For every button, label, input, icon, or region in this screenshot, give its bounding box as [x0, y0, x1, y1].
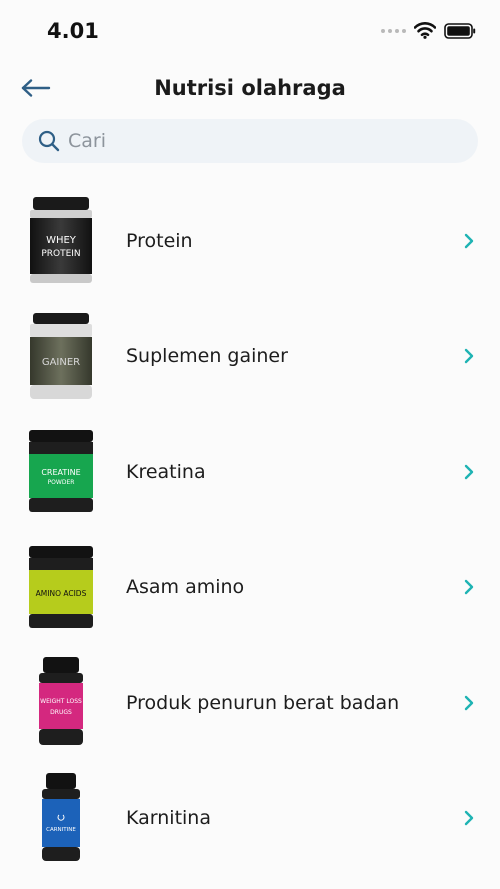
jar-text: DRUGS	[50, 709, 72, 716]
item-label: Asam amino	[126, 576, 245, 599]
header: Nutrisi olahraga	[0, 68, 500, 112]
item-label: Suplemen gainer	[126, 345, 288, 368]
jar-text: POWDER	[48, 479, 75, 486]
status-icons	[381, 22, 476, 39]
jar-text: GAINER	[42, 357, 80, 368]
list-item-kreatina[interactable]: CREATINE POWDER Kreatina	[0, 414, 500, 530]
page-title: Nutrisi olahraga	[154, 76, 346, 100]
gainer-jar-image: GAINER	[22, 311, 100, 403]
jar-text: PROTEIN	[41, 249, 80, 259]
battery-icon	[444, 22, 476, 39]
status-time: 4.01	[47, 19, 99, 43]
chevron-right-icon	[462, 231, 476, 251]
item-label: Kreatina	[126, 460, 206, 483]
search-input[interactable]	[68, 130, 448, 152]
jar-text: CARNITINE	[46, 827, 76, 833]
wifi-icon	[414, 22, 436, 39]
jar-text: AMINO ACIDS	[36, 589, 87, 598]
jar-text: WEIGHT LOSS	[40, 698, 82, 705]
chevron-right-icon	[462, 808, 476, 828]
chevron-right-icon	[462, 693, 476, 713]
list-item-asam-amino[interactable]: AMINO ACIDS Asam amino	[0, 530, 500, 646]
carnitine-bottle-image: CARNITINE	[22, 772, 100, 865]
chevron-right-icon	[462, 577, 476, 597]
signal-dots-icon	[381, 28, 406, 33]
item-label: Protein	[126, 229, 193, 252]
chevron-right-icon	[462, 462, 476, 482]
list-item-weight-loss[interactable]: WEIGHT LOSS DRUGS Produk penurun berat b…	[0, 645, 500, 761]
list-item-protein[interactable]: WHEY PROTEIN Protein	[0, 183, 500, 299]
item-label: Produk penurun berat badan	[126, 691, 400, 714]
list-item-karnitina[interactable]: CARNITINE Karnitina	[0, 761, 500, 877]
item-label: Karnitina	[126, 807, 211, 830]
weight-loss-bottle-image: WEIGHT LOSS DRUGS	[22, 657, 100, 749]
whey-protein-jar-image: WHEY PROTEIN	[22, 195, 100, 287]
search-bar[interactable]	[22, 119, 478, 163]
jar-text: CREATINE	[41, 468, 80, 477]
creatine-jar-image: CREATINE POWDER	[22, 426, 100, 518]
jar-text: WHEY	[46, 235, 77, 246]
search-icon	[38, 129, 62, 153]
category-list: WHEY PROTEIN Protein GAINER Suplemen gai…	[0, 183, 500, 876]
amino-acids-jar-image: AMINO ACIDS	[22, 542, 100, 634]
status-bar: 4.01	[0, 0, 500, 60]
list-item-gainer[interactable]: GAINER Suplemen gainer	[0, 299, 500, 415]
chevron-right-icon	[462, 346, 476, 366]
